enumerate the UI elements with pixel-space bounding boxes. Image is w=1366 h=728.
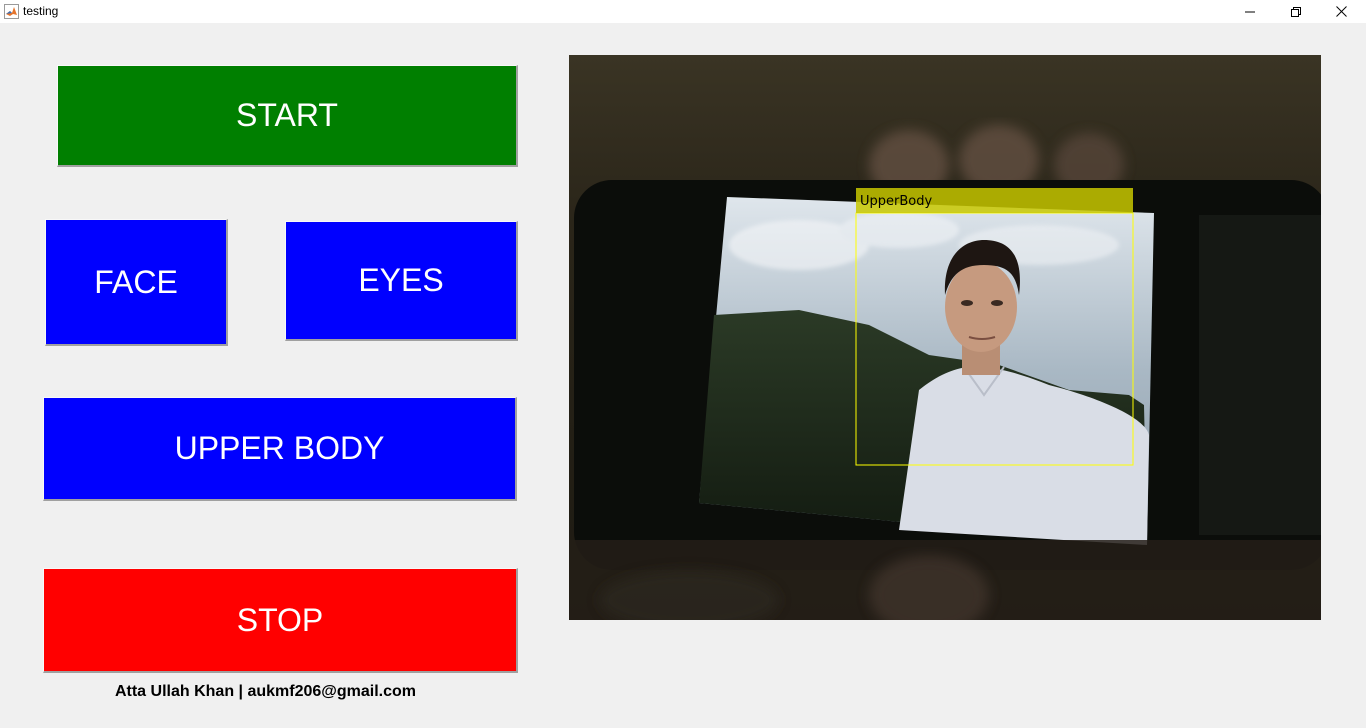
minimize-button[interactable] <box>1227 0 1273 23</box>
close-button[interactable] <box>1318 0 1364 23</box>
close-icon <box>1335 6 1347 17</box>
eyes-button[interactable]: EYES <box>285 221 518 341</box>
minimize-icon <box>1245 11 1255 12</box>
window-title: testing <box>23 4 59 18</box>
start-button[interactable]: START <box>57 65 518 167</box>
camera-feed: UpperBody <box>569 55 1321 620</box>
camera-frame-image: UpperBody <box>569 55 1321 620</box>
stop-button[interactable]: STOP <box>43 568 518 673</box>
author-credit: Atta Ullah Khan | aukmf206@gmail.com <box>114 683 417 700</box>
restore-icon <box>1291 6 1301 17</box>
matlab-logo-icon <box>4 4 19 19</box>
restore-button[interactable] <box>1273 0 1319 23</box>
face-button[interactable]: FACE <box>45 219 228 346</box>
detection-label: UpperBody <box>860 194 932 209</box>
upper-body-button[interactable]: UPPER BODY <box>43 397 517 501</box>
title-bar: testing <box>0 0 1366 23</box>
